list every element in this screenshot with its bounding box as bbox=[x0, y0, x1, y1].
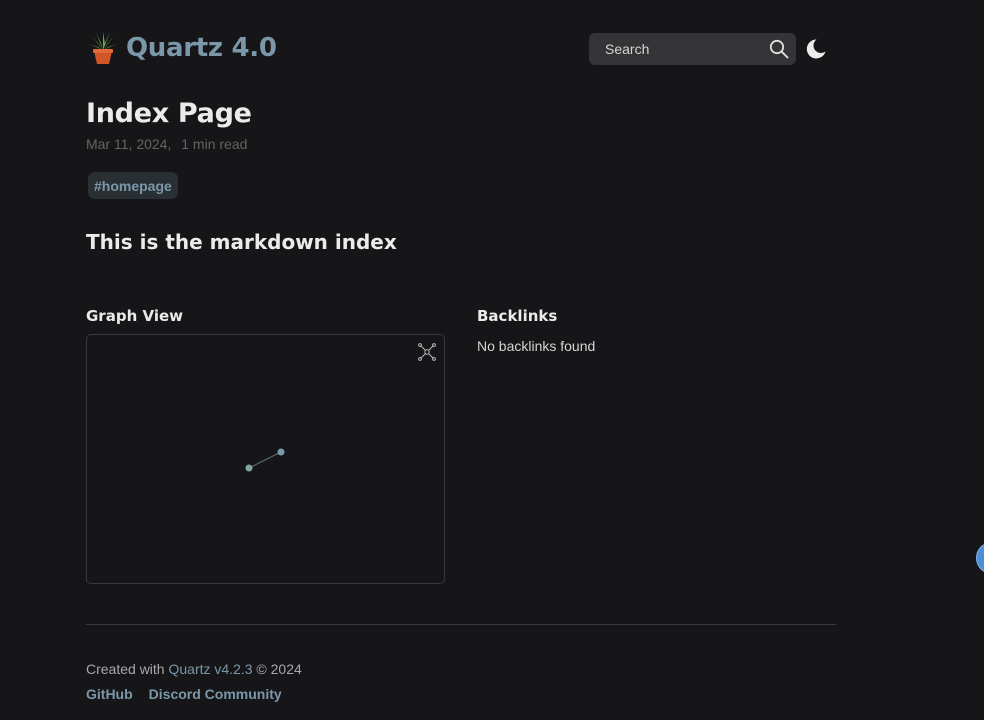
graph-view[interactable] bbox=[86, 334, 445, 584]
search-icon bbox=[769, 39, 789, 59]
graph-view-heading: Graph View bbox=[86, 307, 183, 325]
quartz-version-link[interactable]: Quartz v4.2.3 bbox=[168, 661, 252, 677]
page-title: Index Page bbox=[86, 98, 252, 129]
footer-created-with: Created with bbox=[86, 661, 165, 677]
page: Quartz 4.0 Search Index Page Mar 11, 202… bbox=[0, 0, 984, 720]
tag-homepage[interactable]: #homepage bbox=[88, 172, 178, 199]
site-title-link[interactable]: Quartz 4.0 bbox=[86, 30, 277, 66]
footer-divider bbox=[86, 624, 836, 625]
moon-icon[interactable] bbox=[805, 38, 827, 60]
graph-edge bbox=[248, 451, 282, 469]
publish-date: Mar 11, 2024, bbox=[86, 136, 172, 152]
graph-canvas[interactable] bbox=[87, 335, 444, 583]
graph-node[interactable] bbox=[277, 448, 285, 456]
potted-plant-icon bbox=[86, 30, 120, 66]
site-title-text: Quartz 4.0 bbox=[126, 33, 277, 63]
search-label: Search bbox=[605, 41, 650, 57]
global-graph-icon[interactable] bbox=[417, 342, 437, 362]
read-time: 1 min read bbox=[181, 136, 248, 152]
content-heading: This is the markdown index bbox=[86, 230, 397, 254]
floating-widget-button[interactable] bbox=[976, 542, 984, 574]
search-button[interactable]: Search bbox=[589, 33, 796, 65]
footer-credit: Created with Quartz v4.2.3 © 2024 bbox=[86, 661, 302, 677]
backlinks-empty-text: No backlinks found bbox=[477, 338, 596, 354]
backlinks-heading: Backlinks bbox=[477, 307, 558, 325]
content-meta: Mar 11, 2024, 1 min read bbox=[86, 136, 253, 152]
discord-link[interactable]: Discord Community bbox=[149, 686, 282, 702]
graph-node[interactable] bbox=[245, 464, 253, 472]
footer-links: GitHub Discord Community bbox=[86, 686, 282, 702]
footer-copyright: © 2024 bbox=[256, 661, 302, 677]
github-link[interactable]: GitHub bbox=[86, 686, 133, 702]
